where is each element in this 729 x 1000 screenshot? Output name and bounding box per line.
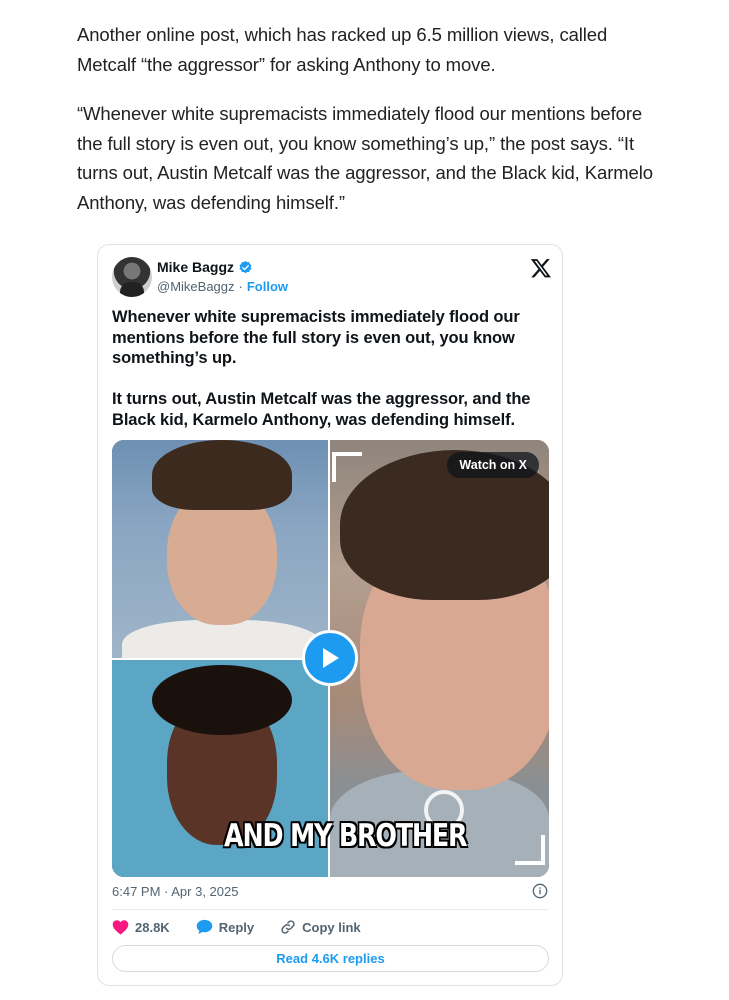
link-icon (281, 920, 295, 934)
avatar[interactable] (112, 257, 152, 297)
info-icon[interactable] (532, 883, 548, 899)
x-logo-icon[interactable] (530, 257, 552, 279)
reply-label: Reply (218, 919, 255, 935)
read-replies-button[interactable]: Read 4.6K replies (112, 945, 549, 972)
video-panel-top-left (112, 440, 328, 680)
article-body: Another online post, which has racked up… (77, 20, 667, 237)
author-handle[interactable]: @MikeBaggz (157, 279, 235, 294)
copy-link-button[interactable]: Copy link (280, 919, 361, 935)
panel-divider (112, 658, 328, 660)
embedded-tweet[interactable]: Mike Baggz @MikeBaggz · Follow Whenever … (97, 244, 563, 986)
reply-bubble-icon (196, 919, 212, 935)
frame-corner (332, 452, 362, 482)
heart-icon (112, 920, 129, 935)
tweet-text-paragraph: Whenever white supremacists immediately … (112, 308, 520, 367)
video-caption: AND MY BROTHER (224, 818, 468, 854)
play-button[interactable] (302, 630, 358, 686)
tweet-text-paragraph: It turns out, Austin Metcalf was the agg… (112, 390, 531, 429)
article-paragraph: “Whenever white supremacists immediately… (77, 103, 653, 213)
tweet-text: Whenever white supremacists immediately … (112, 307, 542, 451)
follow-link[interactable]: Follow (247, 279, 288, 294)
separator-dot: · (238, 279, 243, 294)
tweet-actions: 28.8K Reply Copy link (112, 919, 361, 935)
tweet-header: Mike Baggz @MikeBaggz · Follow (112, 257, 552, 299)
copy-link-label: Copy link (302, 919, 361, 935)
tweet-timestamp[interactable]: 6:47 PM · Apr 3, 2025 (112, 884, 238, 899)
like-button[interactable]: 28.8K (112, 919, 170, 935)
tweet-video[interactable]: Watch on X AND MY BROTHER (112, 440, 549, 877)
frame-corner (515, 835, 545, 865)
author-name[interactable]: Mike Baggz (157, 259, 234, 275)
play-icon (323, 648, 339, 668)
watch-on-x-button[interactable]: Watch on X (447, 452, 539, 478)
verified-badge-icon (239, 260, 252, 273)
reply-button[interactable]: Reply (196, 919, 254, 935)
like-count: 28.8K (135, 919, 170, 935)
article-paragraph: Another online post, which has racked up… (77, 24, 608, 75)
author-line: Mike Baggz (157, 259, 253, 275)
handle-line: @MikeBaggz · Follow (157, 279, 288, 294)
tweet-divider (112, 909, 549, 910)
